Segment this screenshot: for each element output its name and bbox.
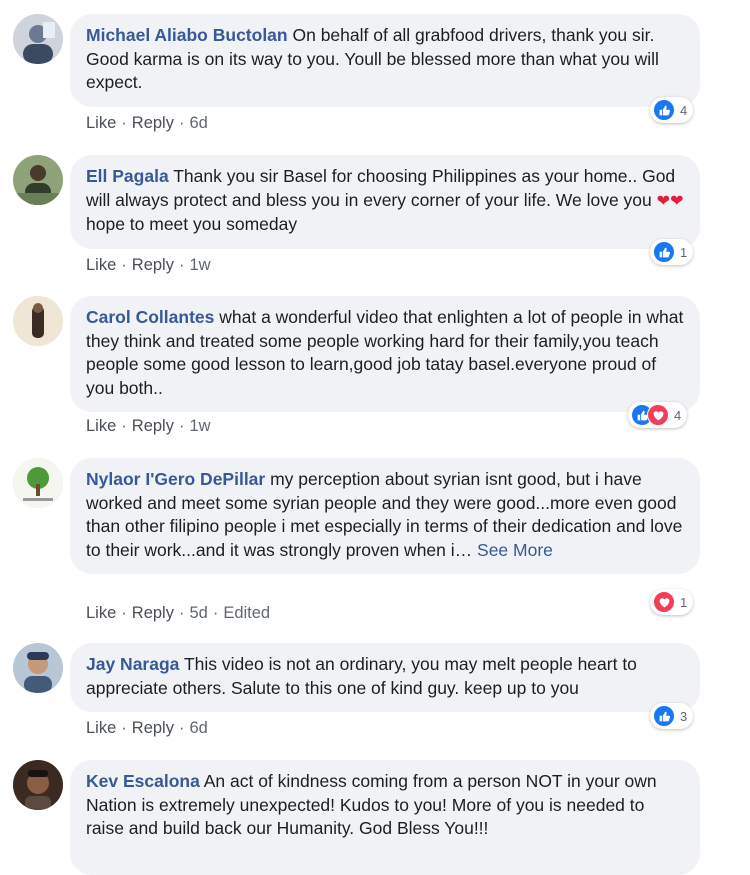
separator: · [178, 604, 185, 622]
reply-link[interactable]: Reply [132, 256, 174, 274]
heart-icon [647, 404, 669, 426]
comment-author[interactable]: Carol Collantes [86, 307, 214, 327]
timestamp[interactable]: 5d [189, 604, 207, 622]
reaction-count: 3 [680, 708, 688, 724]
avatar[interactable] [13, 643, 63, 693]
separator: · [212, 604, 219, 622]
reaction-count: 4 [680, 102, 688, 118]
separator: · [121, 114, 127, 132]
reactions-badge[interactable]: 1 [650, 589, 694, 615]
heart-emoji: ❤❤ [656, 192, 684, 210]
timestamp[interactable]: 1w [189, 417, 210, 435]
reply-link[interactable]: Reply [132, 604, 174, 622]
comment-text: hope to meet you someday [86, 214, 298, 234]
separator: · [121, 604, 127, 622]
reply-link[interactable]: Reply [132, 114, 174, 132]
reaction-count: 4 [674, 407, 682, 423]
reactions-badge[interactable]: 1 [650, 239, 694, 265]
separator: · [121, 256, 127, 274]
edited-label[interactable]: Edited [223, 604, 270, 622]
comment-bubble: Carol Collantes what a wonderful video t… [70, 296, 700, 412]
separator: · [178, 114, 185, 132]
avatar[interactable] [13, 155, 63, 205]
comment-bubble: Ell Pagala Thank you sir Basel for choos… [70, 155, 700, 249]
separator: · [178, 256, 185, 274]
comment-actions: Like · Reply · 1w [86, 415, 211, 437]
comment-bubble: Kev Escalona An act of kindness coming f… [70, 760, 700, 875]
comment-bubble: Nylaor I'Gero DePillar my perception abo… [70, 458, 700, 574]
comment-author[interactable]: Nylaor I'Gero DePillar [86, 469, 265, 489]
timestamp[interactable]: 6d [189, 114, 207, 132]
like-link[interactable]: Like [86, 604, 116, 622]
comment-actions: Like · Reply · 6d [86, 717, 208, 739]
like-link[interactable]: Like [86, 417, 116, 435]
comment-bubble: Jay Naraga This video is not an ordinary… [70, 643, 700, 712]
comment-actions: Like · Reply · 6d [86, 112, 208, 134]
separator: · [121, 719, 127, 737]
avatar[interactable] [13, 458, 63, 508]
reactions-badge[interactable]: 3 [650, 703, 694, 729]
reply-link[interactable]: Reply [132, 417, 174, 435]
avatar[interactable] [13, 14, 63, 64]
comment-actions: Like · Reply · 1w [86, 254, 211, 276]
reaction-count: 1 [680, 244, 688, 260]
avatar[interactable] [13, 760, 63, 810]
separator: · [121, 417, 127, 435]
separator: · [178, 417, 185, 435]
comment-author[interactable]: Jay Naraga [86, 654, 179, 674]
comment-text: Thank you sir Basel for choosing Philipp… [86, 166, 676, 210]
see-more-link[interactable]: See More [477, 540, 553, 560]
like-link[interactable]: Like [86, 719, 116, 737]
separator: · [178, 719, 185, 737]
thumbs-up-icon [653, 241, 675, 263]
thumbs-up-icon [653, 705, 675, 727]
timestamp[interactable]: 1w [189, 256, 210, 274]
avatar[interactable] [13, 296, 63, 346]
comment-author[interactable]: Ell Pagala [86, 166, 169, 186]
reactions-badge[interactable]: 4 [628, 402, 688, 428]
comment-author[interactable]: Michael Aliabo Buctolan [86, 25, 288, 45]
reply-link[interactable]: Reply [132, 719, 174, 737]
like-link[interactable]: Like [86, 114, 116, 132]
reactions-badge[interactable]: 4 [650, 97, 694, 123]
comment-author[interactable]: Kev Escalona [86, 771, 200, 791]
comment-actions: Like · Reply · 5d · Edited [86, 602, 270, 624]
timestamp[interactable]: 6d [189, 719, 207, 737]
like-link[interactable]: Like [86, 256, 116, 274]
heart-icon [653, 591, 675, 613]
thumbs-up-icon [653, 99, 675, 121]
comment-bubble: Michael Aliabo Buctolan On behalf of all… [70, 14, 700, 107]
reaction-count: 1 [680, 594, 688, 610]
